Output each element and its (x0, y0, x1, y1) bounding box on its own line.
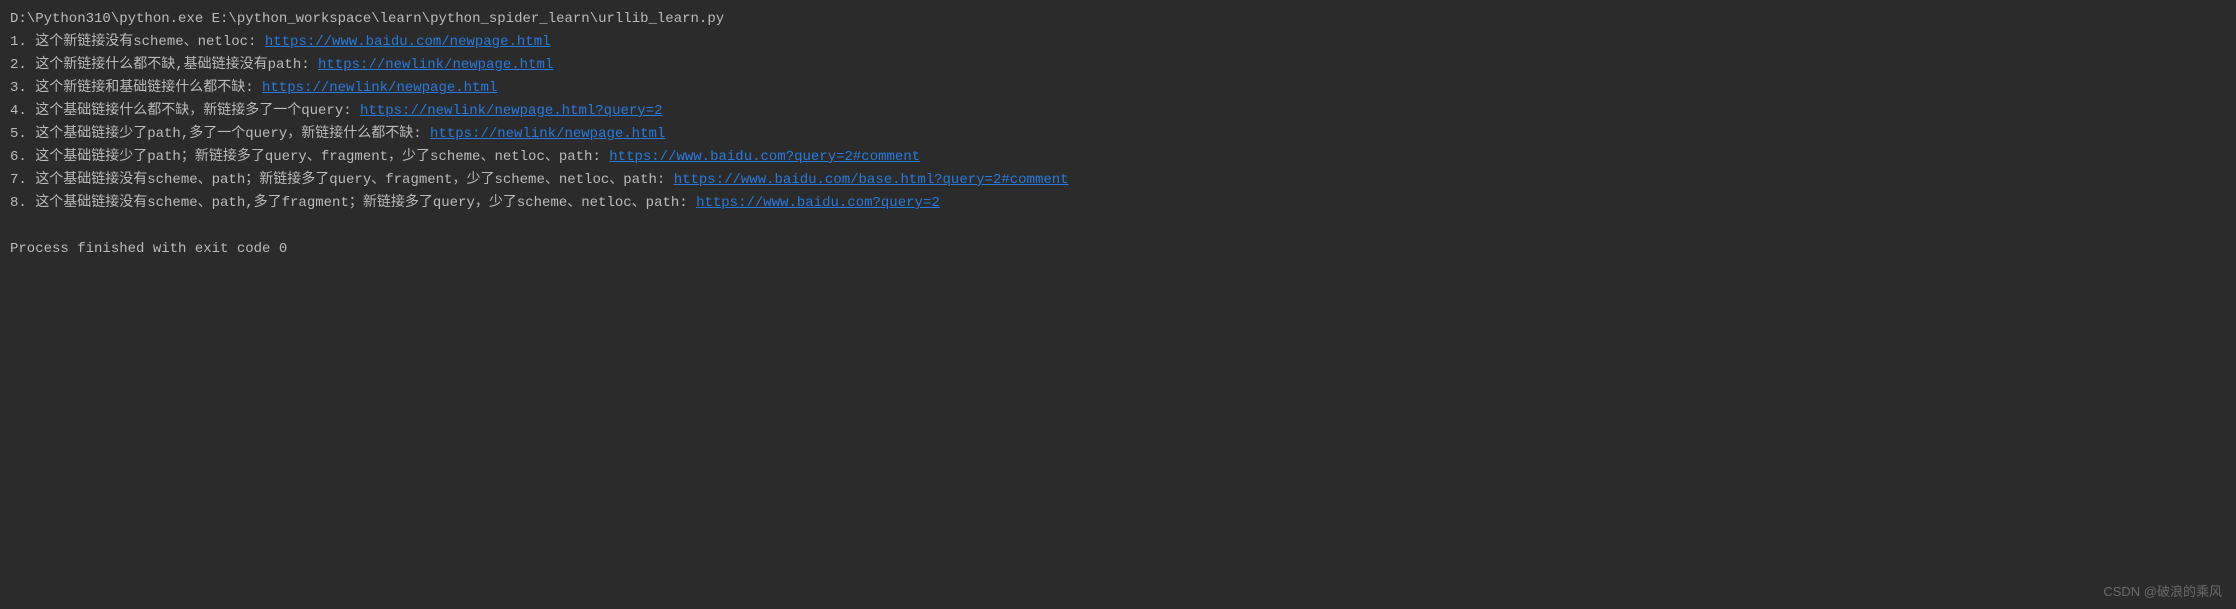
output-link[interactable]: https://www.baidu.com/newpage.html (265, 34, 551, 50)
command-text: D:\Python310\python.exe E:\python_worksp… (10, 11, 724, 27)
output-line-7: 7. 这个基础链接没有scheme、path；新链接多了query、fragme… (10, 169, 2226, 192)
exit-message-line: Process finished with exit code 0 (10, 238, 2226, 261)
line-number: 8. (10, 195, 27, 211)
console-output: D:\Python310\python.exe E:\python_worksp… (10, 8, 2226, 261)
line-number: 6. (10, 149, 27, 165)
output-link[interactable]: https://newlink/newpage.html?query=2 (360, 103, 662, 119)
output-line-5: 5. 这个基础链接少了path,多了一个query，新链接什么都不缺: http… (10, 123, 2226, 146)
output-line-8: 8. 这个基础链接没有scheme、path,多了fragment；新链接多了q… (10, 192, 2226, 215)
line-number: 2. (10, 57, 27, 73)
command-line: D:\Python310\python.exe E:\python_worksp… (10, 8, 2226, 31)
output-link[interactable]: https://www.baidu.com?query=2 (696, 195, 940, 211)
output-link[interactable]: https://newlink/newpage.html (262, 80, 497, 96)
output-link[interactable]: https://www.baidu.com/base.html?query=2#… (674, 172, 1069, 188)
output-line-3: 3. 这个新链接和基础链接什么都不缺: https://newlink/newp… (10, 77, 2226, 100)
output-line-1: 1. 这个新链接没有scheme、netloc: https://www.bai… (10, 31, 2226, 54)
output-link[interactable]: https://newlink/newpage.html (318, 57, 553, 73)
line-text: 这个新链接没有scheme、netloc: (35, 34, 265, 50)
line-text: 这个基础链接少了path；新链接多了query、fragment，少了schem… (35, 149, 609, 165)
line-number: 3. (10, 80, 27, 96)
line-text: 这个基础链接什么都不缺，新链接多了一个query: (35, 103, 360, 119)
line-number: 4. (10, 103, 27, 119)
line-number: 7. (10, 172, 27, 188)
line-number: 1. (10, 34, 27, 50)
exit-message: Process finished with exit code 0 (10, 241, 287, 257)
output-link[interactable]: https://www.baidu.com?query=2#comment (609, 149, 920, 165)
line-text: 这个基础链接没有scheme、path,多了fragment；新链接多了quer… (35, 195, 696, 211)
watermark-text: CSDN @破浪的乘风 (2103, 584, 2222, 599)
watermark: CSDN @破浪的乘风 (2103, 580, 2222, 603)
line-text: 这个基础链接少了path,多了一个query，新链接什么都不缺: (35, 126, 430, 142)
output-line-6: 6. 这个基础链接少了path；新链接多了query、fragment，少了sc… (10, 146, 2226, 169)
line-text: 这个新链接什么都不缺,基础链接没有path: (35, 57, 318, 73)
output-link[interactable]: https://newlink/newpage.html (430, 126, 665, 142)
line-text: 这个基础链接没有scheme、path；新链接多了query、fragment，… (35, 172, 673, 188)
line-number: 5. (10, 126, 27, 142)
output-line-2: 2. 这个新链接什么都不缺,基础链接没有path: https://newlin… (10, 54, 2226, 77)
line-text: 这个新链接和基础链接什么都不缺: (35, 80, 262, 96)
output-line-4: 4. 这个基础链接什么都不缺，新链接多了一个query: https://new… (10, 100, 2226, 123)
